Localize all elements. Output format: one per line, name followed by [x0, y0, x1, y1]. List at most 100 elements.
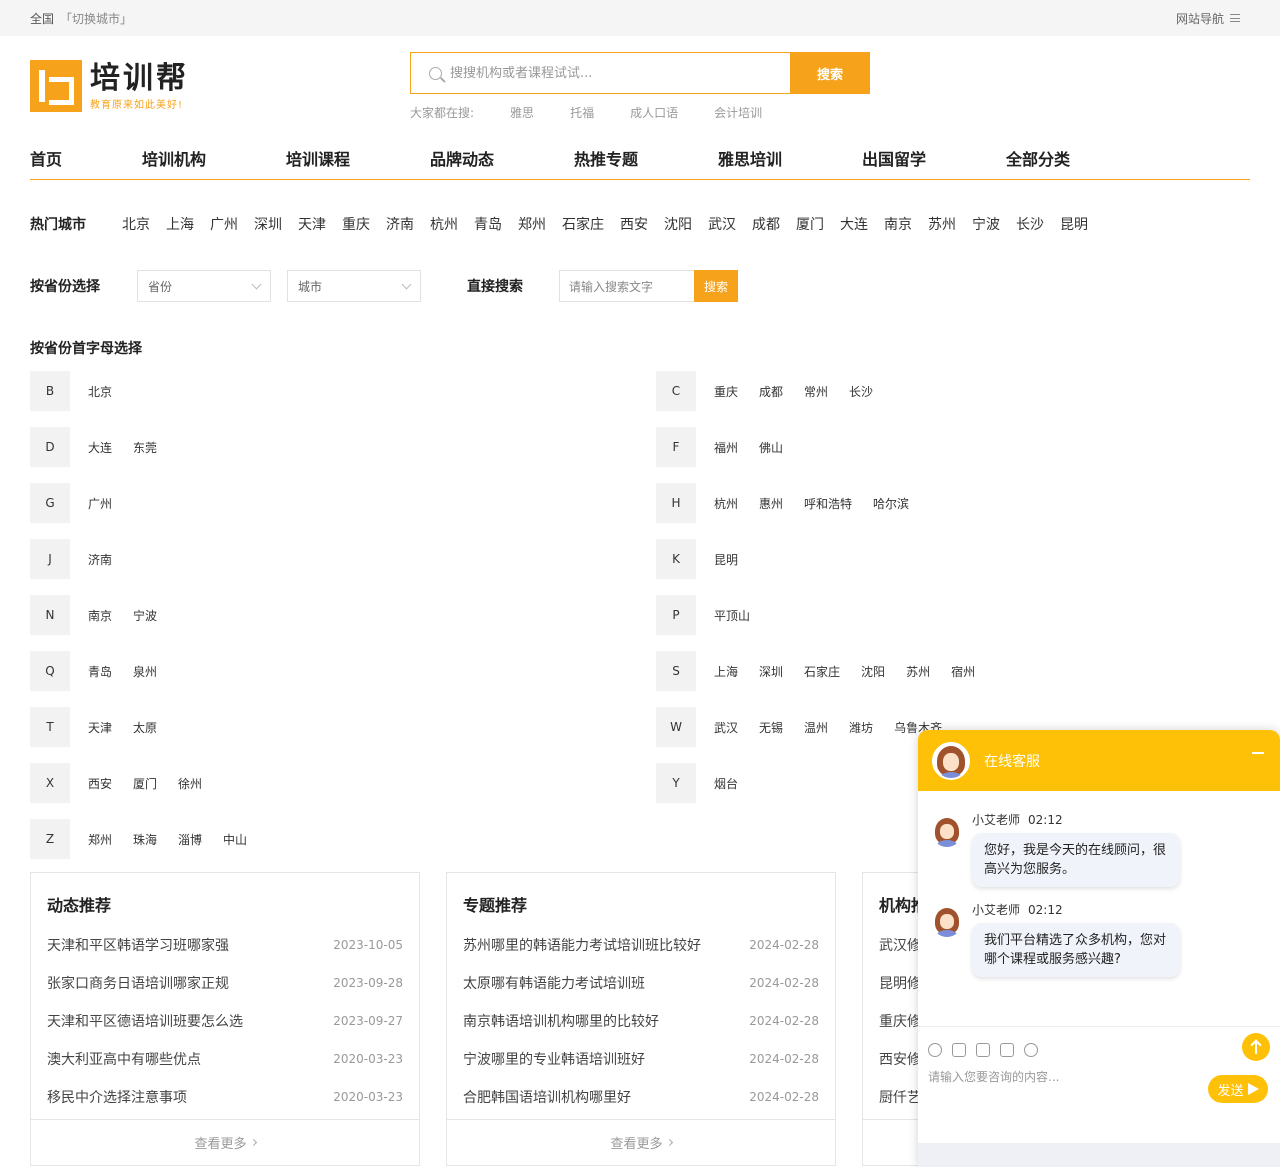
article-title-link[interactable]: 重庆修	[879, 1011, 921, 1031]
city-link[interactable]: 潍坊	[849, 719, 873, 736]
city-link[interactable]: 宁波	[133, 607, 157, 624]
list-item[interactable]: 太原哪有韩语能力考试培训班 2024-02-28	[463, 964, 819, 1002]
hot-city-link[interactable]: 济南	[386, 214, 414, 234]
city-link[interactable]: 大连	[88, 439, 112, 456]
article-title-link[interactable]: 西安修	[879, 1049, 921, 1069]
hot-city-link[interactable]: 厦门	[796, 214, 824, 234]
city-link[interactable]: 无锡	[759, 719, 783, 736]
article-title-link[interactable]: 天津和平区德语培训班要怎么选	[47, 1011, 243, 1031]
city-link[interactable]: 杭州	[714, 495, 738, 512]
city-link[interactable]: 佛山	[759, 439, 783, 456]
city-link[interactable]: 中山	[223, 831, 247, 848]
city-dropdown[interactable]: 城市	[287, 270, 421, 302]
city-link[interactable]: 徐州	[178, 775, 202, 792]
city-link[interactable]: 太原	[133, 719, 157, 736]
city-link[interactable]: 济南	[88, 551, 112, 568]
article-title-link[interactable]: 苏州哪里的韩语能力考试培训班比较好	[463, 935, 701, 955]
city-link[interactable]: 北京	[88, 383, 112, 400]
city-link[interactable]: 石家庄	[804, 663, 840, 680]
list-item[interactable]: 天津和平区韩语学习班哪家强 2023-10-05	[47, 926, 403, 964]
city-link[interactable]: 东莞	[133, 439, 157, 456]
view-more-link[interactable]: 查看更多	[447, 1119, 835, 1165]
search-button[interactable]: 搜索	[790, 52, 870, 94]
switch-city-link[interactable]: 「切换城市」	[60, 12, 132, 26]
city-link[interactable]: 郑州	[88, 831, 112, 848]
city-link[interactable]: 温州	[804, 719, 828, 736]
hot-city-link[interactable]: 大连	[840, 214, 868, 234]
hot-city-link[interactable]: 重庆	[342, 214, 370, 234]
city-link[interactable]: 平顶山	[714, 607, 750, 624]
site-nav-menu[interactable]: 网站导航	[1176, 10, 1240, 27]
article-title-link[interactable]: 厨仟艺	[879, 1087, 921, 1107]
direct-search-input[interactable]: 请输入搜索文字	[559, 270, 694, 302]
hot-city-link[interactable]: 武汉	[708, 214, 736, 234]
send-button[interactable]: 发送	[1208, 1075, 1268, 1103]
city-link[interactable]: 武汉	[714, 719, 738, 736]
scroll-up-button[interactable]	[1242, 1033, 1270, 1061]
article-title-link[interactable]: 张家口商务日语培训哪家正规	[47, 973, 229, 993]
list-item[interactable]: 澳大利亚高中有哪些优点 2020-03-23	[47, 1040, 403, 1078]
city-link[interactable]: 哈尔滨	[873, 495, 909, 512]
article-title-link[interactable]: 合肥韩国语培训机构哪里好	[463, 1087, 631, 1107]
search-input[interactable]	[450, 65, 790, 81]
speaker-icon[interactable]	[1000, 1043, 1014, 1057]
hot-keyword[interactable]: 会计培训	[714, 104, 762, 121]
hot-city-link[interactable]: 青岛	[474, 214, 502, 234]
hot-keyword[interactable]: 托福	[570, 104, 594, 121]
article-title-link[interactable]: 澳大利亚高中有哪些优点	[47, 1049, 201, 1069]
hot-city-link[interactable]: 深圳	[254, 214, 282, 234]
nav-item-courses[interactable]: 培训课程	[286, 146, 430, 170]
article-title-link[interactable]: 天津和平区韩语学习班哪家强	[47, 935, 229, 955]
minimize-icon[interactable]	[1252, 752, 1264, 754]
nav-item-topics[interactable]: 热推专题	[574, 146, 718, 170]
city-link[interactable]: 西安	[88, 775, 112, 792]
search-box[interactable]	[410, 52, 790, 94]
city-link[interactable]: 珠海	[133, 831, 157, 848]
article-title-link[interactable]: 移民中介选择注意事项	[47, 1087, 187, 1107]
list-item[interactable]: 移民中介选择注意事项 2020-03-23	[47, 1078, 403, 1116]
city-link[interactable]: 重庆	[714, 383, 738, 400]
hot-city-link[interactable]: 苏州	[928, 214, 956, 234]
hot-city-link[interactable]: 沈阳	[664, 214, 692, 234]
hot-keyword[interactable]: 成人口语	[630, 104, 678, 121]
hot-city-link[interactable]: 北京	[122, 214, 150, 234]
city-link[interactable]: 淄博	[178, 831, 202, 848]
city-link[interactable]: 广州	[88, 495, 112, 512]
province-dropdown[interactable]: 省份	[137, 270, 271, 302]
hot-city-link[interactable]: 广州	[210, 214, 238, 234]
city-link[interactable]: 昆明	[714, 551, 738, 568]
city-link[interactable]: 苏州	[906, 663, 930, 680]
city-link[interactable]: 泉州	[133, 663, 157, 680]
city-link[interactable]: 长沙	[849, 383, 873, 400]
city-link[interactable]: 天津	[88, 719, 112, 736]
list-item[interactable]: 南京韩语培训机构哪里的比较好 2024-02-28	[463, 1002, 819, 1040]
city-link[interactable]: 惠州	[759, 495, 783, 512]
hot-city-link[interactable]: 石家庄	[562, 214, 604, 234]
article-title-link[interactable]: 武汉修	[879, 935, 921, 955]
city-link[interactable]: 厦门	[133, 775, 157, 792]
article-title-link[interactable]: 昆明修	[879, 973, 921, 993]
article-title-link[interactable]: 南京韩语培训机构哪里的比较好	[463, 1011, 659, 1031]
nav-item-home[interactable]: 首页	[30, 146, 142, 170]
nav-item-ielts[interactable]: 雅思培训	[718, 146, 862, 170]
city-link[interactable]: 南京	[88, 607, 112, 624]
hot-city-link[interactable]: 杭州	[430, 214, 458, 234]
city-link[interactable]: 深圳	[759, 663, 783, 680]
city-link[interactable]: 宿州	[951, 663, 975, 680]
hot-city-link[interactable]: 上海	[166, 214, 194, 234]
list-item[interactable]: 张家口商务日语培训哪家正规 2023-09-28	[47, 964, 403, 1002]
list-item[interactable]: 宁波哪里的专业韩语培训班好 2024-02-28	[463, 1040, 819, 1078]
hot-keyword[interactable]: 雅思	[510, 104, 534, 121]
hot-city-link[interactable]: 西安	[620, 214, 648, 234]
hot-city-link[interactable]: 南京	[884, 214, 912, 234]
wechat-icon[interactable]	[1024, 1043, 1038, 1057]
nav-item-brand-news[interactable]: 品牌动态	[430, 146, 574, 170]
city-link[interactable]: 烟台	[714, 775, 738, 792]
city-link[interactable]: 沈阳	[861, 663, 885, 680]
hot-city-link[interactable]: 长沙	[1016, 214, 1044, 234]
hot-city-link[interactable]: 宁波	[972, 214, 1000, 234]
article-title-link[interactable]: 太原哪有韩语能力考试培训班	[463, 973, 645, 993]
shield-icon[interactable]	[976, 1043, 990, 1057]
nav-item-study-abroad[interactable]: 出国留学	[862, 146, 1006, 170]
hot-city-link[interactable]: 成都	[752, 214, 780, 234]
